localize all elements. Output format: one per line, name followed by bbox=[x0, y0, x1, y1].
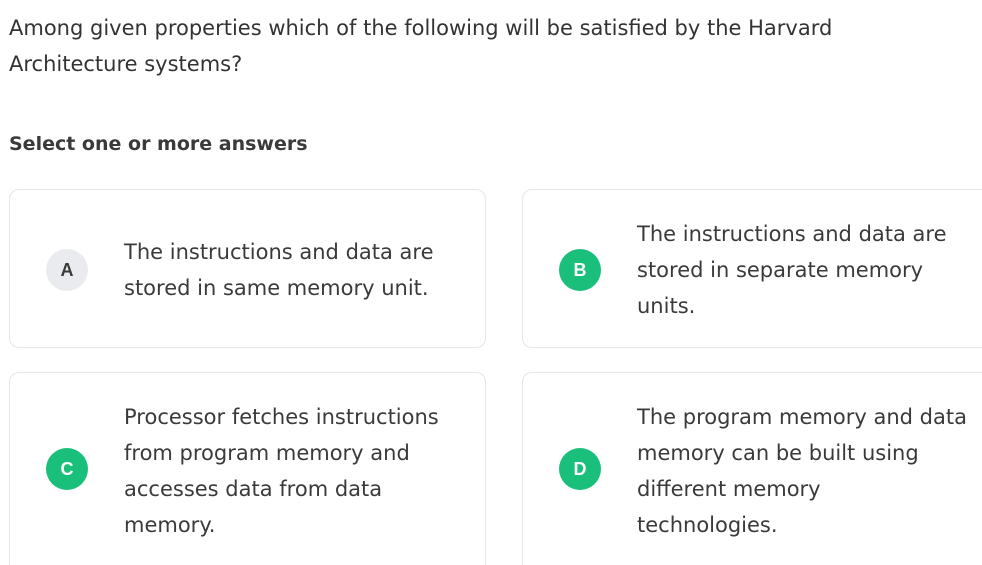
option-b-badge: B bbox=[559, 249, 601, 291]
option-a-text: The instructions and data are stored in … bbox=[124, 240, 434, 300]
option-d-card[interactable]: D The program memory and data memory can… bbox=[522, 372, 982, 565]
option-c-badge: C bbox=[46, 448, 88, 490]
option-d-badge: D bbox=[559, 448, 601, 490]
option-d-text: The program memory and data memory can b… bbox=[637, 405, 967, 537]
option-c-text: Processor fetches instructions from prog… bbox=[124, 405, 439, 537]
option-c-card[interactable]: C Processor fetches instructions from pr… bbox=[9, 372, 486, 565]
option-a-card[interactable]: A The instructions and data are stored i… bbox=[9, 189, 486, 348]
quiz-page: Among given properties which of the foll… bbox=[0, 0, 982, 565]
option-b-card[interactable]: B The instructions and data are stored i… bbox=[522, 189, 982, 348]
question-text: Among given properties which of the foll… bbox=[9, 16, 833, 76]
option-a-badge: A bbox=[46, 249, 88, 291]
option-b-text: The instructions and data are stored in … bbox=[637, 222, 947, 318]
answer-instruction: Select one or more answers bbox=[9, 133, 308, 155]
